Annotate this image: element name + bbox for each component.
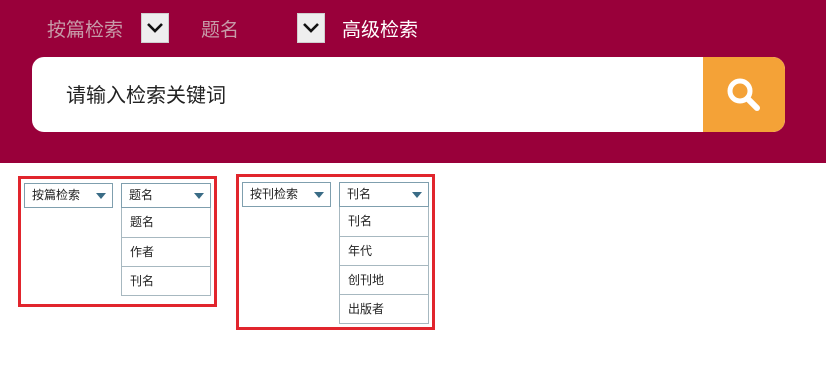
select-value: 按篇检索 [32,188,81,202]
dropdown-arrow-icon [412,192,422,198]
search-header: 按篇检索 题名 高级检索 [0,0,826,163]
search-field-select[interactable]: 刊名 [339,182,429,207]
search-field-label[interactable]: 题名 [201,18,239,42]
field-options-list: 刊名 年代 创刊地 出版者 [339,207,429,324]
search-mode-dropdown-button[interactable] [141,13,169,43]
search-icon [727,78,760,111]
option-publisher[interactable]: 出版者 [340,294,428,323]
option-founding-place[interactable]: 创刊地 [340,265,428,294]
search-field-select[interactable]: 题名 [121,183,211,208]
dropdown-arrow-icon [314,192,324,198]
search-mode-select[interactable]: 按刊检索 [242,182,331,207]
option-era[interactable]: 年代 [340,236,428,265]
option-journal-name[interactable]: 刊名 [340,207,428,236]
option-author[interactable]: 作者 [122,237,210,266]
search-bar [32,57,785,132]
select-value: 刊名 [347,187,372,201]
option-title[interactable]: 题名 [122,208,210,237]
select-value: 题名 [129,188,154,202]
select-value: 按刊检索 [250,187,299,201]
advanced-search-link[interactable]: 高级检索 [342,18,418,42]
search-mode-select[interactable]: 按篇检索 [24,183,113,208]
chevron-down-icon [147,23,163,33]
chevron-down-icon [303,23,319,33]
search-input[interactable] [32,57,702,132]
field-options-list: 题名 作者 刊名 [121,208,211,296]
dropdown-arrow-icon [194,193,204,199]
search-field-dropdown-button[interactable] [297,13,325,43]
option-journal-name[interactable]: 刊名 [122,266,210,295]
search-mode-label[interactable]: 按篇检索 [47,18,123,42]
search-button[interactable] [703,57,785,132]
dropdown-arrow-icon [96,193,106,199]
